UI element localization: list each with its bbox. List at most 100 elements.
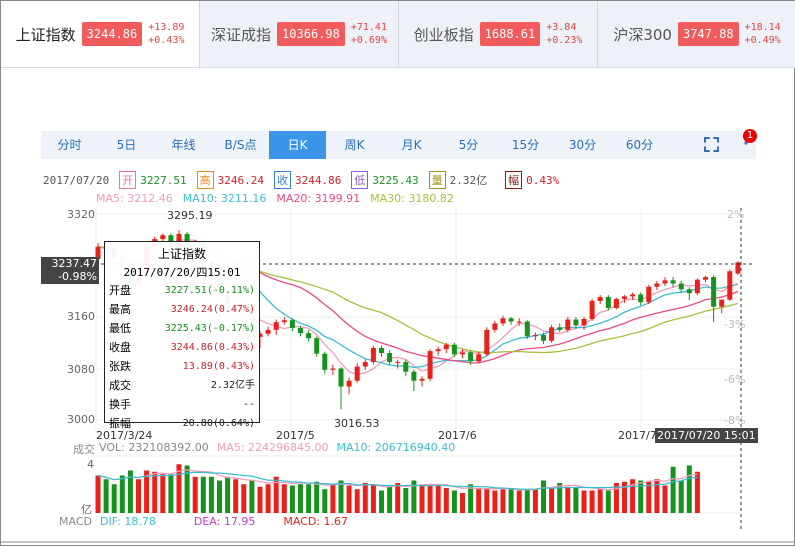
amplitude-value: 0.43% [526, 173, 560, 187]
volume-bar [500, 489, 506, 513]
vol-value: VOL: 232108392.00 [99, 441, 209, 454]
candle-body [476, 354, 482, 362]
volume-label: 量 [428, 171, 446, 189]
volume-bar [362, 483, 368, 513]
candle-body [500, 318, 506, 324]
ma20-value: MA20: 3199.91 [276, 192, 361, 205]
candle-body [314, 338, 320, 354]
volume-bar [370, 484, 376, 513]
candle-body [516, 321, 522, 323]
candle-body [338, 368, 344, 387]
volume-bar [541, 480, 546, 513]
tooltip-value: 2.32亿手 [210, 380, 255, 391]
candle-body [573, 319, 579, 326]
candle-body [646, 286, 652, 303]
tooltip-row: 换手 -- [109, 395, 255, 414]
volume-bar [354, 489, 360, 513]
volume-bar [605, 490, 611, 513]
candle-body [694, 279, 700, 294]
volume-bar [330, 484, 336, 513]
tooltip-row: 开盘 3227.51(-0.11%) [109, 281, 255, 300]
candle-body [541, 335, 546, 341]
low-value: 3225.43 [372, 173, 419, 187]
candle-body [719, 299, 725, 307]
tooltip-value: 3246.24(0.47%) [170, 304, 255, 315]
candle-body [322, 353, 328, 370]
candle-body [411, 371, 417, 381]
candle-body [362, 362, 368, 367]
candle-body [273, 322, 279, 330]
volume-bar [306, 484, 312, 513]
volume-bar [678, 480, 684, 513]
tooltip-row: 最低 3225.43(-0.17%) [109, 319, 255, 338]
low-label: 低 [351, 171, 369, 189]
ma30-value: MA30: 3180.82 [370, 192, 454, 205]
tooltip-row: 成交 2.32亿手 [109, 376, 255, 395]
candle-body [605, 297, 611, 308]
candle-body [581, 318, 587, 326]
tooltip-label: 开盘 [109, 284, 131, 297]
candle-body [727, 271, 733, 300]
candle-body [557, 327, 563, 330]
candle-body [370, 347, 376, 363]
volume-bar [152, 471, 158, 513]
candle-body [354, 366, 360, 381]
y-tick-3320: 3320 [67, 208, 95, 221]
tooltip-datetime: 2017/07/20/四15:01 [123, 266, 241, 279]
volume-bar [298, 484, 303, 513]
candle-body [524, 321, 530, 337]
volume-bar [476, 488, 482, 513]
candle-body [289, 320, 295, 328]
crosshair-price: 3237.47 [51, 257, 98, 270]
volume-bar [95, 475, 101, 513]
volume-bar [257, 486, 263, 513]
candle-body [565, 319, 571, 330]
volume-bar [597, 489, 603, 513]
volume-bar [589, 490, 595, 513]
close-value: 3244.86 [294, 173, 342, 187]
volume-bar [565, 486, 571, 513]
candle-body [686, 289, 692, 294]
volume-bar [119, 475, 125, 513]
candle-body [387, 353, 393, 363]
volume-bar [516, 490, 522, 513]
tooltip-value: 13.89(0.43%) [182, 361, 255, 372]
volume-bar [241, 484, 247, 513]
macd-title: MACD [59, 515, 92, 528]
high-label: 高 [196, 171, 214, 189]
volume-bar [289, 485, 295, 513]
volume-bar [168, 474, 174, 513]
candle-body [451, 344, 457, 355]
tooltip-value: 3244.86(0.43%) [170, 342, 255, 353]
candle-body [443, 344, 449, 350]
tooltip-row: 最高 3246.24(0.47%) [109, 300, 255, 319]
pct-tick-m3: -3% [724, 318, 746, 331]
tooltip-label: 换手 [109, 398, 131, 411]
candle-body [678, 283, 684, 290]
volume-bar [484, 488, 490, 513]
candle-body [160, 235, 166, 240]
volume-value: 2.32亿 [449, 174, 488, 187]
candle-body [670, 280, 676, 284]
volume-bar [314, 481, 320, 513]
tooltip-value: 3225.43(-0.17%) [164, 323, 255, 334]
volume-bar [427, 485, 433, 513]
candle-body [330, 368, 336, 370]
candle-body [435, 349, 441, 352]
volume-bar [460, 493, 465, 513]
volume-legend: 成交 VOL: 232108392.00 MA5: 224296845.00 M… [73, 441, 455, 457]
tooltip-row: 张跌 13.89(0.43%) [109, 357, 255, 376]
volume-bar [686, 465, 692, 513]
date-tick-3: 2017/7 [618, 429, 657, 442]
candle-body [379, 347, 384, 354]
volume-bar [395, 483, 401, 513]
vol-ma10: MA10: 206716940.40 [336, 441, 456, 454]
tooltip-label: 振幅 [109, 417, 131, 430]
candle-body [403, 362, 409, 372]
tooltip-label: 最低 [109, 322, 131, 335]
ohlc-info-line: 2017/07/20 开 3227.51 高 3246.24 收 3244.86… [43, 171, 559, 189]
candle-body [532, 335, 538, 337]
candle-body [460, 352, 465, 355]
candle-body [589, 300, 595, 319]
max-price-label: 3295.19 [167, 209, 213, 222]
